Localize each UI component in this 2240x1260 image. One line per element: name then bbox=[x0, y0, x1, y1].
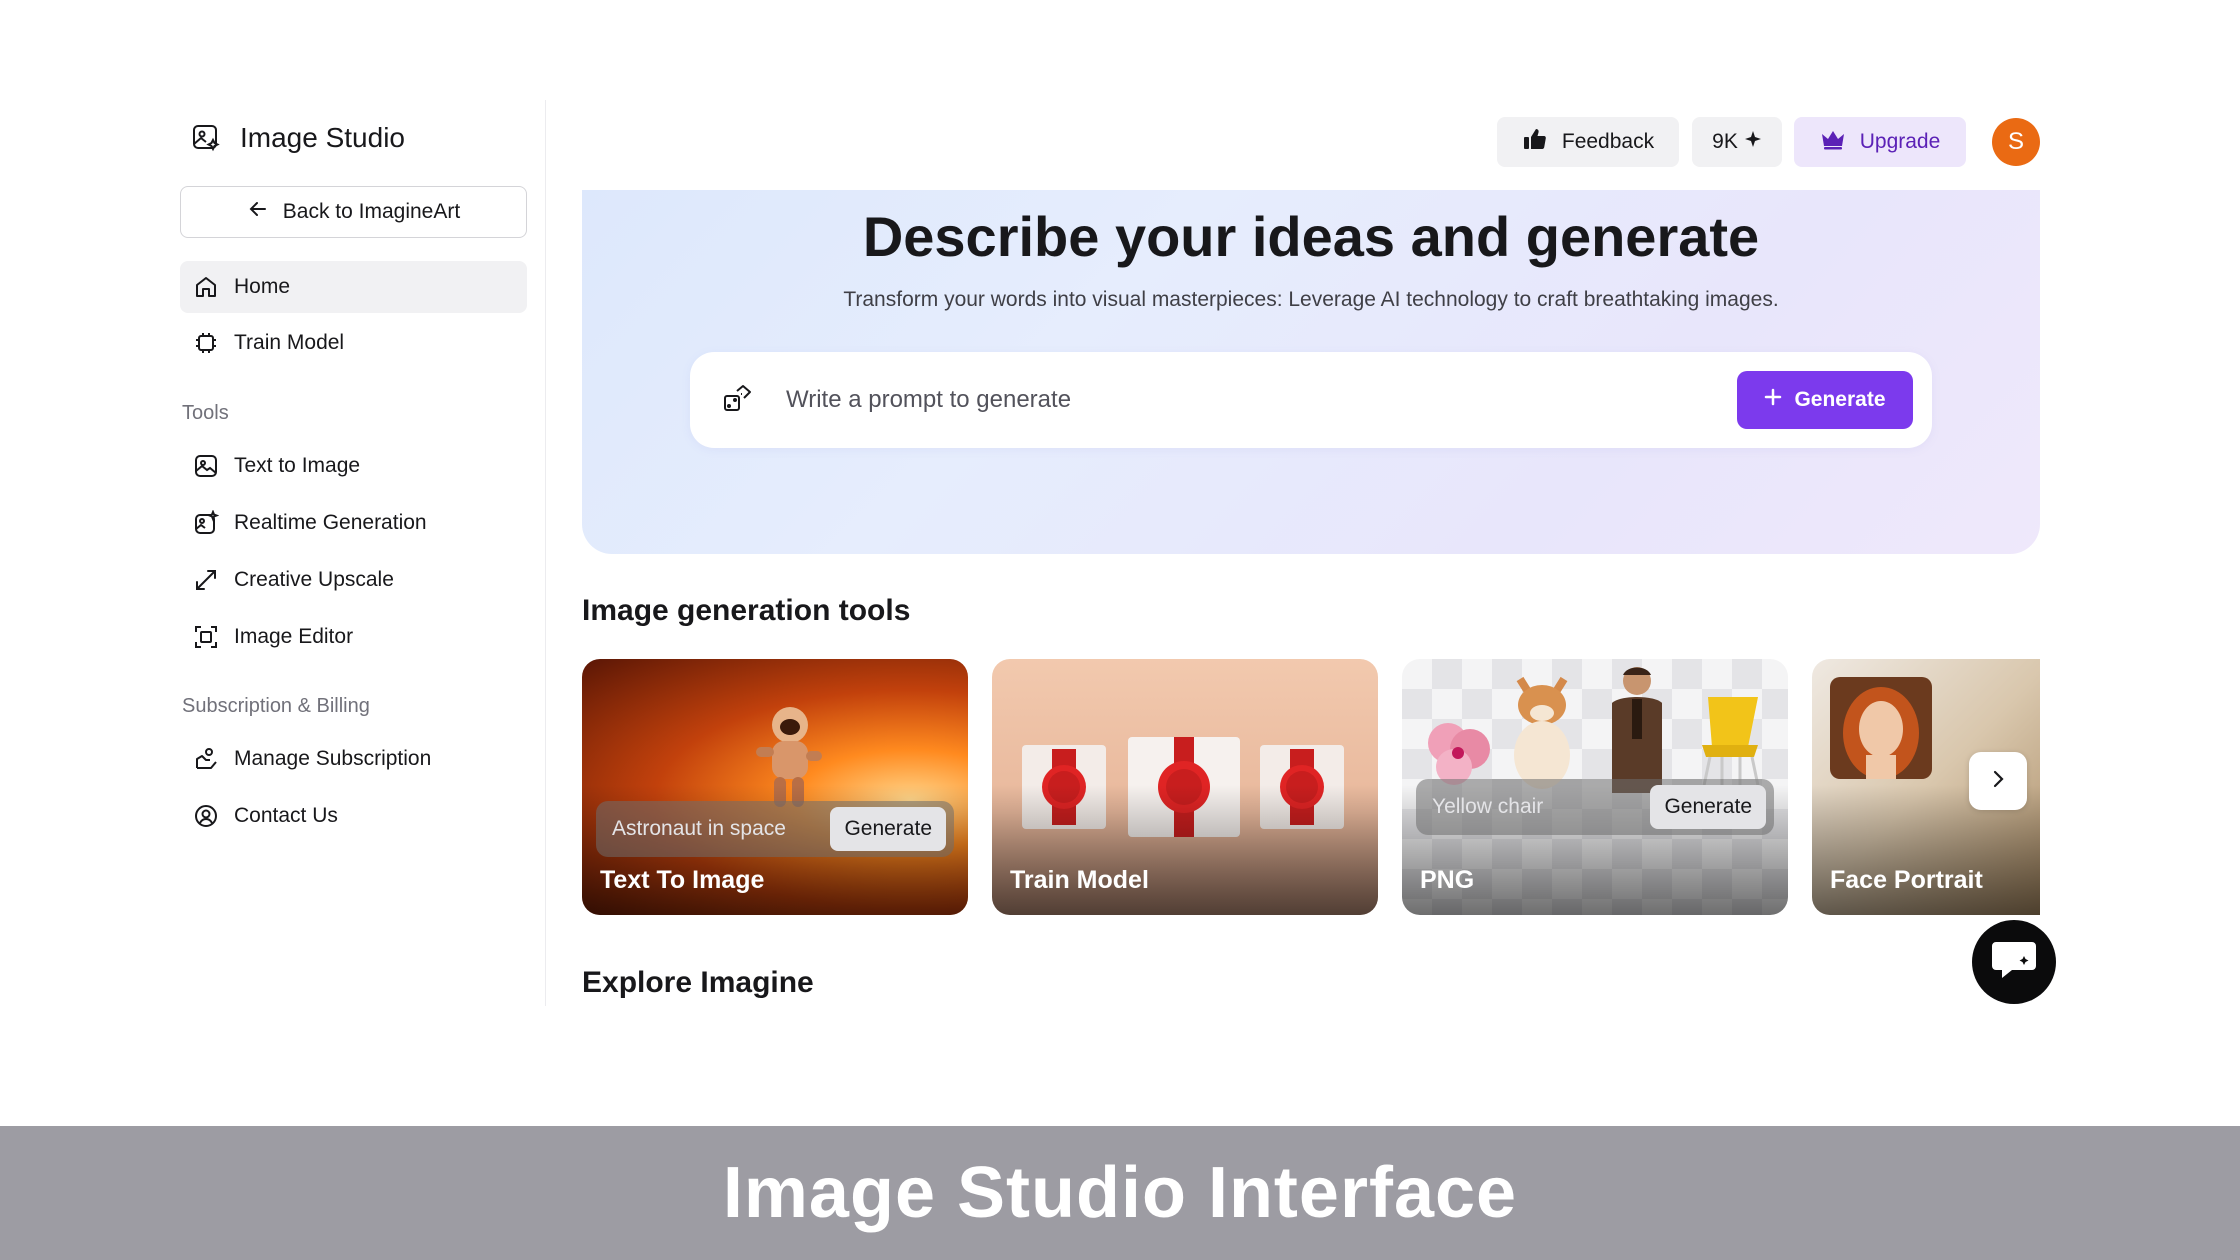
thumbs-up-icon bbox=[1522, 126, 1548, 158]
generate-button[interactable]: Generate bbox=[1737, 371, 1913, 429]
generate-label: Generate bbox=[1794, 388, 1886, 411]
tools-heading: Image generation tools bbox=[582, 594, 911, 627]
prompt-input[interactable] bbox=[786, 376, 1686, 424]
mini-prompt-text: Astronaut in space bbox=[612, 817, 786, 840]
user-avatar[interactable]: S bbox=[1992, 118, 2040, 166]
crop-frame-icon bbox=[192, 623, 220, 651]
chat-bubble-icon bbox=[1990, 938, 2038, 987]
crown-icon bbox=[1820, 127, 1846, 157]
hand-coins-icon bbox=[192, 745, 220, 773]
sidebar-item-image-editor[interactable]: Image Editor bbox=[180, 611, 527, 663]
feedback-button[interactable]: Feedback bbox=[1497, 117, 1679, 167]
sparkle-image-icon bbox=[192, 509, 220, 537]
sidebar-item-label: Manage Subscription bbox=[234, 747, 432, 770]
sidebar-item-text-to-image[interactable]: Text to Image bbox=[180, 440, 527, 492]
mini-generate-button[interactable]: Generate bbox=[830, 807, 946, 851]
image-icon bbox=[192, 452, 220, 480]
sidebar-item-label: Realtime Generation bbox=[234, 511, 427, 534]
dice-icon[interactable] bbox=[720, 382, 756, 418]
arrow-left-icon bbox=[247, 198, 269, 226]
sidebar: Image Studio Back to ImagineArt Home Tra… bbox=[180, 100, 546, 1006]
tool-card-text-to-image[interactable]: Astronaut in space Generate Text To Imag… bbox=[582, 659, 968, 915]
credits-count: 9K bbox=[1712, 130, 1738, 153]
plus-icon bbox=[1764, 388, 1782, 412]
hero-title: Describe your ideas and generate bbox=[862, 205, 1760, 268]
sparkle-icon bbox=[1744, 130, 1762, 154]
mini-generate-button[interactable]: Generate bbox=[1650, 785, 1766, 829]
caption-band: Image Studio Interface bbox=[0, 1126, 2240, 1260]
tool-card-title: PNG bbox=[1420, 866, 1475, 894]
prompt-box: Generate bbox=[690, 352, 1932, 448]
brand-title: Image Studio bbox=[240, 122, 405, 153]
sidebar-item-label: Text to Image bbox=[234, 454, 361, 477]
image-studio-logo-icon bbox=[190, 122, 222, 154]
upgrade-label: Upgrade bbox=[1859, 130, 1941, 153]
tools-section-label: Tools bbox=[182, 402, 229, 424]
feedback-label: Feedback bbox=[1561, 130, 1655, 153]
tool-card-title: Train Model bbox=[1010, 866, 1149, 894]
tool-card-png[interactable]: Yellow chair Generate PNG bbox=[1402, 659, 1788, 915]
app-window: Image Studio Back to ImagineArt Home Tra… bbox=[0, 0, 2240, 1126]
upgrade-button[interactable]: Upgrade bbox=[1794, 117, 1966, 167]
carousel-next-button[interactable] bbox=[1969, 752, 2027, 810]
explore-heading: Explore Imagine bbox=[582, 966, 814, 999]
billing-section-label: Subscription & Billing bbox=[182, 695, 370, 717]
home-icon bbox=[192, 273, 220, 301]
mini-prompt-text: Yellow chair bbox=[1432, 795, 1544, 818]
cat-illustration bbox=[1502, 669, 1582, 789]
chevron-right-icon bbox=[1988, 769, 2008, 794]
tool-card-title: Face Portrait bbox=[1830, 866, 1983, 894]
contact-icon bbox=[192, 802, 220, 830]
sidebar-item-contact-us[interactable]: Contact Us bbox=[180, 790, 527, 842]
hero-subtitle: Transform your words into visual masterp… bbox=[843, 288, 1779, 311]
hero-section: Describe your ideas and generate Transfo… bbox=[582, 190, 2040, 554]
portrait-thumbnail bbox=[1830, 677, 1932, 779]
caption-title: Image Studio Interface bbox=[722, 1153, 1518, 1233]
sidebar-item-creative-upscale[interactable]: Creative Upscale bbox=[180, 554, 527, 606]
credits-badge[interactable]: 9K bbox=[1692, 117, 1782, 167]
mini-prompt-bar: Yellow chair Generate bbox=[1416, 779, 1774, 835]
chip-icon bbox=[192, 329, 220, 357]
man-illustration bbox=[1602, 663, 1672, 793]
mini-prompt-bar: Astronaut in space Generate bbox=[596, 801, 954, 857]
brand[interactable]: Image Studio bbox=[190, 120, 405, 156]
sidebar-item-label: Image Editor bbox=[234, 625, 354, 648]
chat-support-button[interactable] bbox=[1972, 920, 2056, 1004]
sidebar-item-label: Train Model bbox=[234, 331, 345, 354]
tool-card-train-model[interactable]: Train Model bbox=[992, 659, 1378, 915]
sidebar-item-train-model[interactable]: Train Model bbox=[180, 317, 527, 369]
sidebar-item-label: Contact Us bbox=[234, 804, 338, 827]
sidebar-item-label: Creative Upscale bbox=[234, 568, 394, 591]
tool-card-title: Text To Image bbox=[600, 866, 765, 894]
sidebar-item-home[interactable]: Home bbox=[180, 261, 527, 313]
sidebar-item-realtime-generation[interactable]: Realtime Generation bbox=[180, 497, 527, 549]
back-button-label: Back to ImagineArt bbox=[282, 200, 461, 223]
back-to-imagineart-button[interactable]: Back to ImagineArt bbox=[180, 186, 527, 238]
sidebar-item-manage-subscription[interactable]: Manage Subscription bbox=[180, 733, 527, 785]
expand-arrows-icon bbox=[192, 566, 220, 594]
sidebar-item-label: Home bbox=[234, 275, 291, 298]
